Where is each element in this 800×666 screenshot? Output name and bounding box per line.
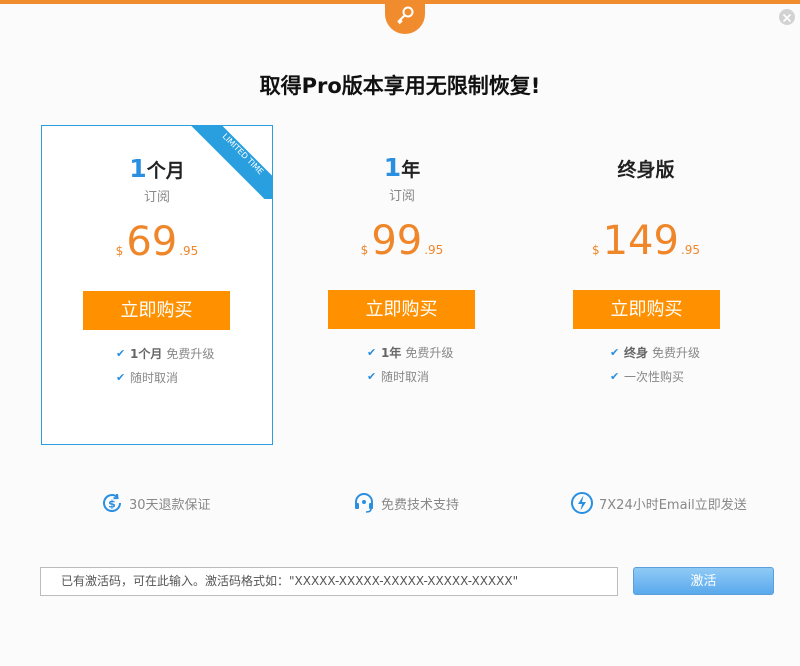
feature-list: ✔ 1个月 免费升级 ✔ 随时取消	[116, 346, 214, 394]
plan-card-monthly[interactable]: LIMITED TIME 1 个月 订阅 $ 69 .95 立即购买 ✔ 1个月…	[41, 125, 273, 445]
plan-subtitle: 订阅	[388, 189, 415, 204]
plan-title-unit: 个月	[146, 160, 185, 182]
plan-price: $ 99 .95	[286, 219, 518, 263]
feature-text: 免费升级	[166, 347, 215, 361]
feature-bold: 1年	[381, 346, 402, 360]
price-currency: $	[591, 243, 600, 257]
page-title: 取得Pro版本享用无限制恢复!	[259, 74, 541, 98]
checkmark-icon: ✔	[367, 370, 377, 383]
refund-dollar-icon: $	[100, 491, 124, 515]
feature-item: ✔ 随时取消	[367, 369, 453, 393]
activate-button[interactable]: 激活	[633, 567, 774, 595]
feature-item: ✔ 1个月 免费升级	[116, 346, 214, 370]
plan-title-unit: 年	[401, 159, 421, 181]
feature-item: ✔ 一次性购买	[610, 369, 700, 393]
buy-now-button[interactable]: 立即购买	[83, 291, 230, 330]
price-integer: 69	[126, 219, 178, 265]
feature-item: ✔ 1年 免费升级	[367, 345, 453, 369]
plan-title-number: 1	[383, 153, 402, 182]
feature-item: ✔ 随时取消	[116, 370, 214, 394]
checkmark-icon: ✔	[610, 370, 620, 383]
plan-title: 终身版	[530, 152, 762, 182]
key-badge	[385, 0, 425, 34]
feature-text: 免费升级	[405, 346, 454, 360]
price-decimal: .95	[680, 243, 701, 257]
price-decimal: .95	[179, 244, 199, 258]
price-decimal: .95	[424, 243, 444, 257]
svg-text:$: $	[108, 498, 116, 511]
feature-bold: 终身	[624, 346, 649, 360]
feature-list: ✔ 1年 免费升级 ✔ 随时取消	[367, 345, 453, 393]
checkmark-icon: ✔	[116, 347, 126, 360]
feature-item: ✔ 终身 免费升级	[610, 345, 700, 369]
feature-list: ✔ 终身 免费升级 ✔ 一次性购买	[610, 345, 700, 393]
guarantee-instant-email: 7X24小时Email立即发送	[570, 491, 747, 515]
plan-title-number: 1	[129, 154, 147, 183]
plan-price: $ 69 .95	[42, 220, 272, 264]
checkmark-icon: ✔	[367, 346, 377, 359]
guarantee-label: 7X24小时Email立即发送	[599, 497, 747, 513]
activation-code-input[interactable]: 已有激活码，可在此输入。激活码格式如："XXXXX-XXXXX-XXXXX-XX…	[40, 567, 618, 596]
price-currency: $	[360, 243, 369, 257]
price-integer: 149	[602, 218, 679, 264]
headset-support-icon	[352, 491, 376, 515]
plan-card-lifetime[interactable]: 终身版 $ 149 .95 立即购买 ✔ 终身 免费升级 ✔ 一次性购买	[530, 125, 762, 445]
lightning-icon	[570, 491, 594, 515]
feature-text: 随时取消	[130, 371, 179, 385]
checkmark-icon: ✔	[116, 371, 126, 384]
buy-now-button[interactable]: 立即购买	[573, 290, 720, 329]
guarantee-support: 免费技术支持	[352, 491, 459, 515]
buy-now-button[interactable]: 立即购买	[328, 290, 475, 329]
plan-card-yearly[interactable]: 1 年 订阅 $ 99 .95 立即购买 ✔ 1年 免费升级 ✔ 随时取消	[286, 125, 518, 445]
close-button[interactable]	[779, 9, 795, 25]
feature-text: 免费升级	[652, 346, 701, 360]
plan-title: 1 年	[286, 152, 518, 182]
price-integer: 99	[371, 218, 423, 264]
feature-text: 随时取消	[381, 370, 430, 384]
plan-title: 1 个月	[42, 153, 272, 183]
guarantee-label: 免费技术支持	[381, 497, 460, 513]
feature-bold: 1个月	[130, 347, 163, 361]
plan-price: $ 149 .95	[530, 219, 762, 263]
guarantee-label: 30天退款保证	[129, 497, 211, 513]
price-currency: $	[115, 244, 124, 258]
guarantee-refund: $ 30天退款保证	[100, 491, 211, 515]
plan-title-unit: 终身版	[617, 159, 675, 181]
plan-subtitle: 订阅	[143, 190, 170, 205]
close-icon	[782, 8, 792, 27]
feature-text: 一次性购买	[624, 370, 685, 384]
key-icon	[395, 5, 415, 29]
checkmark-icon: ✔	[610, 346, 620, 359]
